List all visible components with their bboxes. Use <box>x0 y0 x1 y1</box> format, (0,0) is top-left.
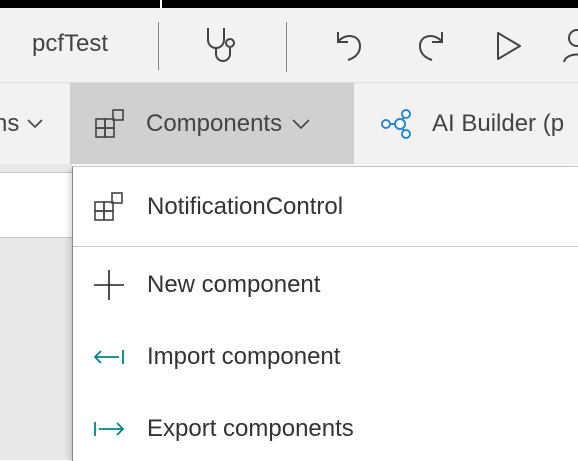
menu-item-notificationcontrol[interactable]: NotificationControl <box>73 175 578 239</box>
command-toolbar: pcfTest <box>0 8 578 83</box>
play-icon[interactable] <box>494 30 524 62</box>
menu-item-new-component[interactable]: New component <box>73 253 578 317</box>
toolbar-separator <box>158 22 159 70</box>
menu-item-import-component[interactable]: Import component <box>73 325 578 389</box>
import-arrow-icon <box>93 350 124 364</box>
menu-item-export-components[interactable]: Export components <box>73 397 578 461</box>
menu-divider <box>73 246 578 247</box>
redo-icon[interactable] <box>412 28 448 64</box>
undo-icon[interactable] <box>332 28 368 64</box>
ribbon-tab-previous-label: ns <box>0 109 20 137</box>
components-menu: NotificationControl New component Import… <box>72 166 578 461</box>
chevron-down-icon <box>292 118 310 129</box>
components-label: Components <box>146 109 283 137</box>
ribbon-bar: ns Components AI Builder (p <box>0 83 578 164</box>
stethoscope-icon[interactable] <box>200 24 244 68</box>
app-title: pcfTest <box>32 30 109 57</box>
chevron-down-icon <box>27 118 43 128</box>
toolbar-separator <box>286 22 287 72</box>
menu-item-label: Import component <box>147 343 341 370</box>
left-panel <box>0 164 72 460</box>
menu-item-label: NotificationControl <box>147 193 344 220</box>
ribbon-tab-previous[interactable]: ns <box>0 83 43 164</box>
component-icon <box>95 108 124 138</box>
title-bar-divider <box>160 0 162 8</box>
menu-item-label: Export components <box>147 415 354 442</box>
menu-item-label: New component <box>147 271 321 298</box>
ai-builder-dropdown-button[interactable]: AI Builder (p <box>380 83 564 164</box>
ai-builder-label: AI Builder (p <box>432 109 565 137</box>
components-dropdown-button[interactable]: Components <box>70 83 354 164</box>
plus-icon <box>94 270 124 300</box>
user-icon[interactable] <box>562 26 578 66</box>
export-arrow-icon <box>94 422 125 436</box>
title-bar <box>0 0 578 8</box>
component-icon <box>94 192 123 221</box>
ai-builder-icon <box>381 108 411 139</box>
left-panel-field <box>0 172 72 238</box>
